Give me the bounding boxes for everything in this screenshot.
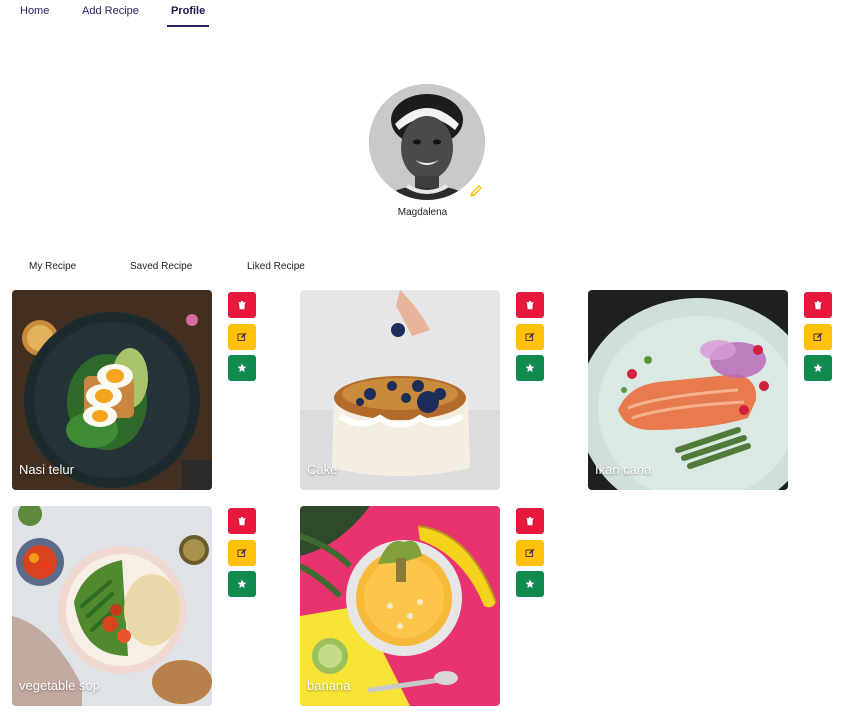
pencil-icon[interactable] xyxy=(469,184,483,198)
tab-liked-recipe[interactable]: Liked Recipe xyxy=(247,261,305,272)
delete-button[interactable] xyxy=(516,508,544,534)
trash-icon xyxy=(526,301,534,310)
tab-saved-recipe[interactable]: Saved Recipe xyxy=(130,261,192,272)
edit-button[interactable] xyxy=(516,324,544,350)
nav-add-recipe-link[interactable]: Add Recipe xyxy=(82,5,139,17)
nav-home-link[interactable]: Home xyxy=(20,5,49,17)
edit-icon xyxy=(237,548,247,557)
recipe-card[interactable]: Cake xyxy=(300,290,500,490)
delete-button[interactable] xyxy=(228,292,256,318)
recipe-title: banana xyxy=(307,678,351,693)
star-icon xyxy=(813,363,823,372)
avatar xyxy=(369,84,485,200)
favorite-button[interactable] xyxy=(228,355,256,381)
trash-icon xyxy=(814,301,822,310)
recipe-card[interactable]: banana xyxy=(300,506,500,706)
edit-icon xyxy=(237,332,247,341)
star-icon xyxy=(237,363,247,372)
edit-button[interactable] xyxy=(516,540,544,566)
star-icon xyxy=(237,579,247,588)
favorite-button[interactable] xyxy=(228,571,256,597)
nav-profile-link[interactable]: Profile xyxy=(166,5,210,27)
star-icon xyxy=(525,579,535,588)
edit-icon xyxy=(813,332,823,341)
navbar: Home Add Recipe Profile xyxy=(0,0,845,30)
delete-button[interactable] xyxy=(516,292,544,318)
avatar-image xyxy=(369,84,485,200)
profile-name: Magdalena xyxy=(397,207,448,218)
trash-icon xyxy=(238,301,246,310)
edit-icon xyxy=(525,332,535,341)
edit-button[interactable] xyxy=(804,324,832,350)
edit-button[interactable] xyxy=(228,540,256,566)
profile-avatar-section xyxy=(369,84,485,200)
delete-button[interactable] xyxy=(228,508,256,534)
recipe-title: vegetable sop xyxy=(19,678,100,693)
recipe-card[interactable]: Ikan cana xyxy=(588,290,788,490)
trash-icon xyxy=(526,517,534,526)
favorite-button[interactable] xyxy=(804,355,832,381)
edit-button[interactable] xyxy=(228,324,256,350)
recipe-card[interactable]: Nasi telur xyxy=(12,290,212,490)
recipe-title: Ikan cana xyxy=(595,462,652,477)
favorite-button[interactable] xyxy=(516,355,544,381)
trash-icon xyxy=(238,517,246,526)
star-icon xyxy=(525,363,535,372)
edit-icon xyxy=(525,548,535,557)
delete-button[interactable] xyxy=(804,292,832,318)
recipe-title: Nasi telur xyxy=(19,462,74,477)
favorite-button[interactable] xyxy=(516,571,544,597)
recipe-card[interactable]: vegetable sop xyxy=(12,506,212,706)
recipe-title: Cake xyxy=(307,462,338,477)
tab-my-recipe[interactable]: My Recipe xyxy=(29,261,76,272)
